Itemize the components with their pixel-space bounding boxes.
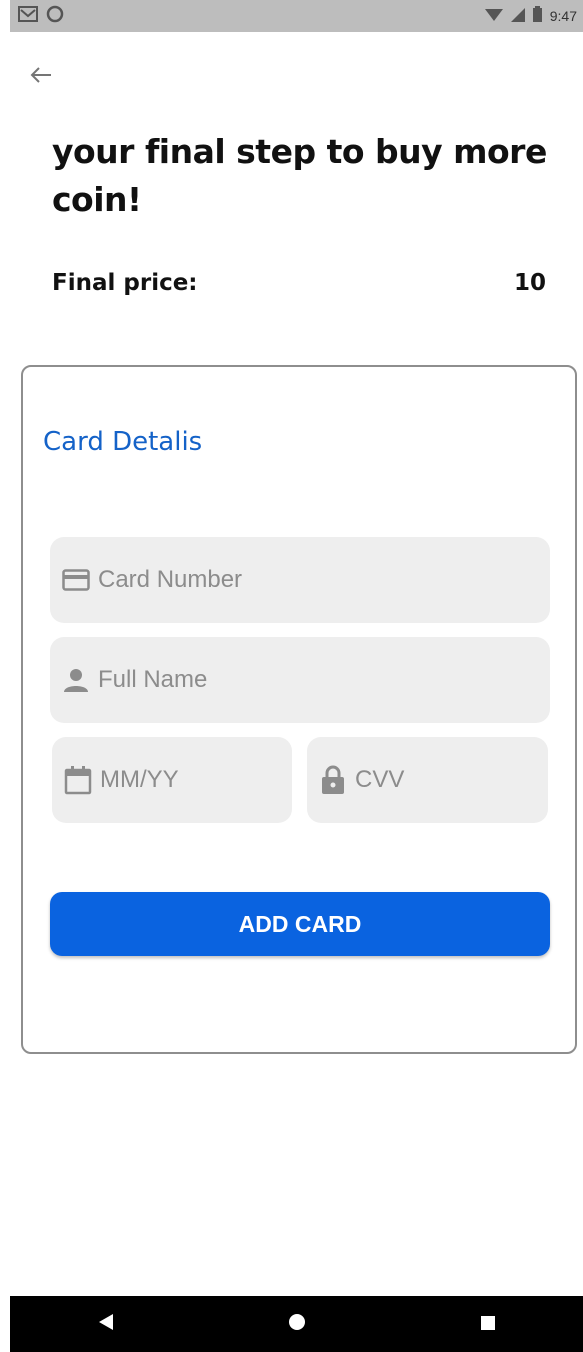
card-details-title: Card Detalis [43, 427, 203, 457]
wifi-icon [484, 7, 503, 26]
card-number-placeholder: Card Number [98, 566, 243, 593]
expiry-date-field[interactable]: MM/YY [52, 737, 292, 823]
recents-square-icon [480, 1315, 495, 1334]
payment-screen: 9:47 your final step to buy more coin! F… [0, 0, 583, 1352]
card-details-panel: Card Detalis Card Number Full Name MM/YY… [21, 365, 577, 1054]
cvv-field[interactable]: CVV [307, 737, 548, 823]
signal-icon [510, 7, 525, 26]
credit-card-icon [62, 566, 90, 594]
battery-icon [532, 6, 542, 26]
lock-icon [319, 765, 347, 794]
status-bar: 9:47 [10, 0, 583, 32]
back-button[interactable] [26, 60, 56, 94]
expiry-placeholder: MM/YY [100, 766, 179, 793]
gmail-icon [18, 5, 38, 27]
back-triangle-icon [98, 1314, 113, 1334]
cvv-placeholder: CVV [355, 766, 405, 793]
nav-home-button[interactable] [277, 1304, 317, 1344]
arrow-left-icon [30, 66, 52, 88]
full-name-placeholder: Full Name [98, 666, 208, 693]
final-price-row: Final price: 10 [52, 270, 546, 296]
status-right: 9:47 [484, 6, 577, 26]
final-price-label: Final price: [52, 270, 198, 296]
final-price-value: 10 [513, 270, 546, 296]
system-nav-bar [10, 1296, 583, 1352]
home-circle-icon [288, 1314, 305, 1334]
person-icon [62, 666, 90, 694]
status-left [18, 5, 64, 27]
nav-back-button[interactable] [86, 1304, 126, 1344]
card-number-field[interactable]: Card Number [50, 537, 550, 623]
status-time: 9:47 [549, 8, 577, 24]
full-name-field[interactable]: Full Name [50, 637, 550, 723]
page-title: your final step to buy more coin! [52, 132, 547, 219]
calendar-icon [64, 766, 92, 795]
nav-recents-button[interactable] [468, 1304, 508, 1344]
circle-notification-icon [46, 5, 64, 27]
add-card-button[interactable]: ADD CARD [50, 892, 550, 956]
